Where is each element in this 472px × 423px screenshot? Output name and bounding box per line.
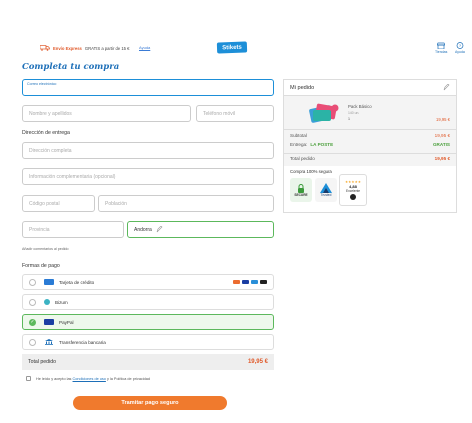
order-header: Mi pedido	[284, 80, 456, 96]
card-brands	[233, 279, 267, 285]
pencil-icon	[156, 226, 163, 233]
address-heading: Dirección de entrega	[22, 130, 70, 136]
payment-heading: Formas de pago	[22, 263, 60, 269]
shipping-method: LA POSTE	[310, 142, 334, 147]
payment-paypal[interactable]: ✓ PayPal	[22, 314, 274, 330]
submit-payment-button[interactable]: Tramitar pago seguro	[73, 396, 227, 410]
phone-field[interactable]: Teléfono móvil	[196, 105, 274, 122]
mastercard-icon	[233, 279, 240, 285]
truck-icon	[40, 45, 50, 51]
rating-label: Excelente	[346, 189, 360, 193]
svg-text:?: ?	[459, 43, 462, 48]
total-value: 19,95 €	[247, 359, 268, 365]
help-link[interactable]: Ayuda	[139, 45, 150, 50]
terms-prefix: He leído y acepto las	[36, 376, 72, 381]
secure-label: Compra 100% segura	[290, 169, 332, 174]
subtotal-value: 19,95 €	[434, 133, 450, 138]
province-field[interactable]: Provincia	[22, 221, 124, 238]
subtotal-row: Subtotal 19,95 €	[290, 133, 450, 138]
terms-suffix: y la Política de privacidad	[106, 376, 151, 381]
payment-paypal-label: PayPal	[59, 319, 74, 325]
product-qty: 1	[348, 117, 350, 121]
shipping-row: Entrega: LA POSTE GRATIS	[290, 142, 450, 147]
shipping-bold: Envío Express	[53, 45, 82, 51]
terms-row: He leído y acepto las Condiciones de uso…	[26, 376, 150, 381]
credit-card-icon	[44, 279, 54, 285]
store-icon	[437, 42, 446, 49]
tiendas-link[interactable]: Tiendas	[435, 42, 447, 54]
shipping-value: GRATIS	[432, 142, 450, 147]
divider	[284, 153, 456, 154]
country-value: Andorra	[134, 226, 152, 233]
page-title: Completa tu compra	[22, 62, 120, 72]
province-placeholder: Provincia	[29, 226, 50, 233]
radio-bizum[interactable]	[29, 298, 36, 306]
help-icon: ?	[456, 42, 464, 49]
secure-badge-text: SECURE	[294, 192, 308, 197]
city-field[interactable]: Población	[98, 195, 274, 212]
address-placeholder: Dirección completa	[29, 147, 72, 154]
email-label: Correo electrónico	[27, 82, 57, 86]
terms-checkbox[interactable]	[26, 376, 31, 381]
stikets-logo[interactable]: Stikets	[216, 41, 248, 54]
name-placeholder: Nombre y apellidos	[29, 110, 72, 117]
card-icon	[260, 279, 267, 285]
product-sub: 140 un.	[348, 111, 360, 115]
shipping-label: Entrega:	[290, 142, 308, 147]
payment-transfer[interactable]: Transferencia bancaria	[22, 334, 274, 350]
secure-badge: SECURE	[290, 178, 312, 202]
bank-icon	[45, 339, 53, 345]
edit-icon[interactable]	[443, 84, 450, 91]
ayuda-label: Ayuda	[455, 50, 465, 54]
radio-transfer[interactable]	[29, 338, 36, 346]
order-title: Mi pedido	[290, 84, 315, 91]
payment-bizum[interactable]: Bizum	[22, 294, 274, 310]
product-name: Pack Básico	[348, 104, 372, 109]
add-comment-link[interactable]: Añadir comentarios al pedido	[22, 247, 69, 251]
divider	[284, 129, 456, 130]
extra-info-field[interactable]: Información complementaria (opcional)	[22, 168, 274, 185]
paypal-icon	[44, 319, 54, 325]
order-body: Pack Básico 140 un. 1 19,95 € Subtotal 1…	[284, 96, 456, 209]
ayuda-link[interactable]: ? Ayuda	[455, 42, 465, 54]
payment-card[interactable]: Tarjeta de crédito	[22, 274, 274, 290]
order-total-bar: Total pedido 19,95 €	[22, 354, 274, 370]
visa-icon	[242, 279, 249, 285]
extra-placeholder: Información complementaria (opcional)	[29, 173, 116, 180]
trusted-badge-text: Trusted	[320, 193, 332, 197]
zip-field[interactable]: Código postal	[22, 195, 95, 212]
order-total-value: 19,95 €	[434, 156, 450, 161]
tiendas-label: Tiendas	[435, 50, 448, 54]
name-field[interactable]: Nombre y apellidos	[22, 105, 191, 122]
product-price: 19,95 €	[436, 117, 450, 122]
total-label: Total pedido	[28, 359, 56, 365]
shipping-text: GRATIS a partir de 15 €	[84, 45, 130, 51]
trustedshops-icon	[350, 194, 356, 200]
bizum-icon	[44, 299, 50, 305]
trusted-badge: Trusted	[315, 178, 337, 202]
product-image	[309, 103, 339, 123]
order-total-label: Total pedido	[290, 156, 315, 161]
subtotal-label: Subtotal	[290, 133, 307, 138]
rating-badge: ★★★★★ 4,88 Excelente	[339, 174, 367, 206]
payment-transfer-label: Transferencia bancaria	[59, 339, 106, 345]
shipping-banner: Envío Express GRATIS a partir de 15 €	[40, 45, 129, 51]
order-summary-panel: Mi pedido Pack Básico 140 un. 1 19,95 € …	[283, 79, 457, 213]
order-total-row: Total pedido 19,95 €	[290, 156, 450, 161]
top-bar: Envío Express GRATIS a partir de 15 € Ay…	[0, 38, 472, 60]
phone-placeholder: Teléfono móvil	[203, 110, 235, 117]
amex-icon	[251, 279, 258, 285]
radio-card[interactable]	[29, 278, 36, 286]
address-field[interactable]: Dirección completa	[22, 142, 274, 159]
payment-card-label: Tarjeta de crédito	[59, 279, 95, 285]
radio-paypal[interactable]: ✓	[29, 318, 36, 326]
city-placeholder: Población	[105, 200, 127, 207]
lock-icon	[298, 183, 304, 193]
country-select[interactable]: Andorra	[127, 221, 274, 238]
email-field[interactable]: Correo electrónico	[22, 79, 274, 96]
terms-link[interactable]: Condiciones de uso	[73, 377, 106, 381]
payment-bizum-label: Bizum	[55, 299, 68, 305]
zip-placeholder: Código postal	[29, 200, 60, 207]
trusted-logo-icon	[320, 183, 332, 193]
